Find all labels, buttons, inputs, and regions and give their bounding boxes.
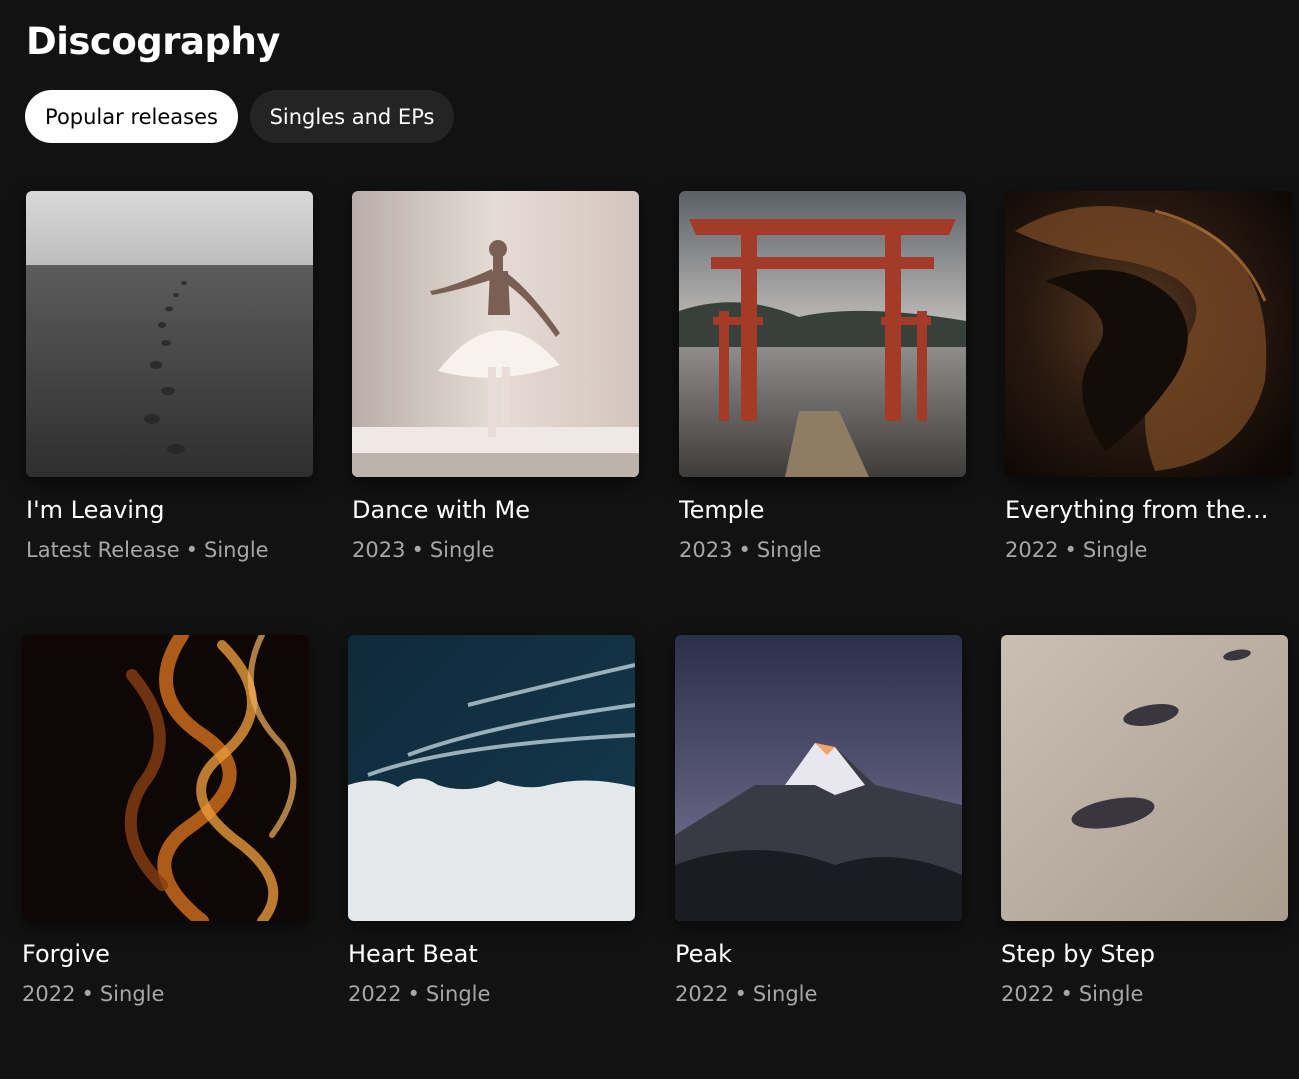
release-year: 2023: [352, 538, 406, 562]
release-meta: 2022 • Single: [1001, 981, 1289, 1007]
release-type: Single: [752, 982, 818, 1006]
release-title[interactable]: I'm Leaving: [26, 495, 314, 525]
fire-smoke-icon: [22, 635, 309, 921]
release-card[interactable]: Forgive 2022 • Single: [22, 635, 310, 1007]
release-type: Single: [1082, 538, 1148, 562]
meta-separator: •: [411, 538, 424, 562]
release-meta: 2023 • Single: [352, 537, 640, 563]
filter-chip-popular-releases[interactable]: Popular releases: [25, 90, 238, 143]
album-cover[interactable]: [1005, 191, 1292, 477]
sand-footprints-icon: [1001, 635, 1288, 921]
release-type: Single: [429, 538, 495, 562]
release-title[interactable]: Forgive: [22, 939, 310, 969]
album-cover[interactable]: [352, 191, 639, 477]
release-card[interactable]: Dance with Me 2023 • Single: [352, 191, 640, 563]
release-title[interactable]: Peak: [675, 939, 963, 969]
meta-separator: •: [1060, 982, 1073, 1006]
release-card[interactable]: I'm Leaving Latest Release • Single: [26, 191, 314, 563]
beach-footprints-icon: [26, 191, 313, 477]
meta-separator: •: [185, 538, 199, 562]
meta-separator: •: [734, 982, 747, 1006]
release-year: 2023: [679, 538, 733, 562]
release-type: Single: [1078, 982, 1144, 1006]
release-meta: 2022 • Single: [675, 981, 963, 1007]
release-card[interactable]: Temple 2023 • Single: [679, 191, 967, 563]
release-meta: 2022 • Single: [22, 981, 310, 1007]
ocean-shore-icon: [348, 635, 635, 921]
release-title[interactable]: Everything from the...: [1005, 495, 1293, 525]
release-year: 2022: [348, 982, 402, 1006]
mountain-peak-icon: [675, 635, 962, 921]
meta-separator: •: [1064, 538, 1077, 562]
release-meta: 2023 • Single: [679, 537, 967, 563]
release-title[interactable]: Step by Step: [1001, 939, 1289, 969]
album-cover[interactable]: [679, 191, 966, 477]
meta-separator: •: [81, 982, 94, 1006]
album-cover[interactable]: [348, 635, 635, 921]
release-title[interactable]: Dance with Me: [352, 495, 640, 525]
release-card[interactable]: Heart Beat 2022 • Single: [348, 635, 636, 1007]
release-type: Single: [756, 538, 822, 562]
torii-gate-icon: [679, 191, 966, 477]
album-cover[interactable]: [22, 635, 309, 921]
release-card[interactable]: Step by Step 2022 • Single: [1001, 635, 1289, 1007]
filter-chip-singles-and-eps[interactable]: Singles and EPs: [250, 90, 454, 143]
album-cover[interactable]: [1001, 635, 1288, 921]
ballerina-icon: [352, 191, 639, 477]
release-type: Single: [99, 982, 165, 1006]
release-year: 2022: [22, 982, 76, 1006]
release-type: Single: [425, 982, 491, 1006]
release-type: Single: [204, 538, 269, 562]
release-year: 2022: [1001, 982, 1055, 1006]
release-year: Latest Release: [26, 538, 180, 562]
release-card[interactable]: Peak 2022 • Single: [675, 635, 963, 1007]
release-card[interactable]: Everything from the... 2022 • Single: [1005, 191, 1293, 563]
release-meta: 2022 • Single: [348, 981, 636, 1007]
album-cover[interactable]: [675, 635, 962, 921]
release-title[interactable]: Temple: [679, 495, 967, 525]
release-meta: Latest Release • Single: [26, 537, 314, 563]
album-cover[interactable]: [26, 191, 313, 477]
release-year: 2022: [1005, 538, 1059, 562]
release-year: 2022: [675, 982, 729, 1006]
meta-separator: •: [738, 538, 751, 562]
release-title[interactable]: Heart Beat: [348, 939, 636, 969]
section-title: Discography: [26, 20, 280, 63]
meta-separator: •: [407, 982, 420, 1006]
release-meta: 2022 • Single: [1005, 537, 1293, 563]
dark-swirl-icon: [1005, 191, 1292, 477]
